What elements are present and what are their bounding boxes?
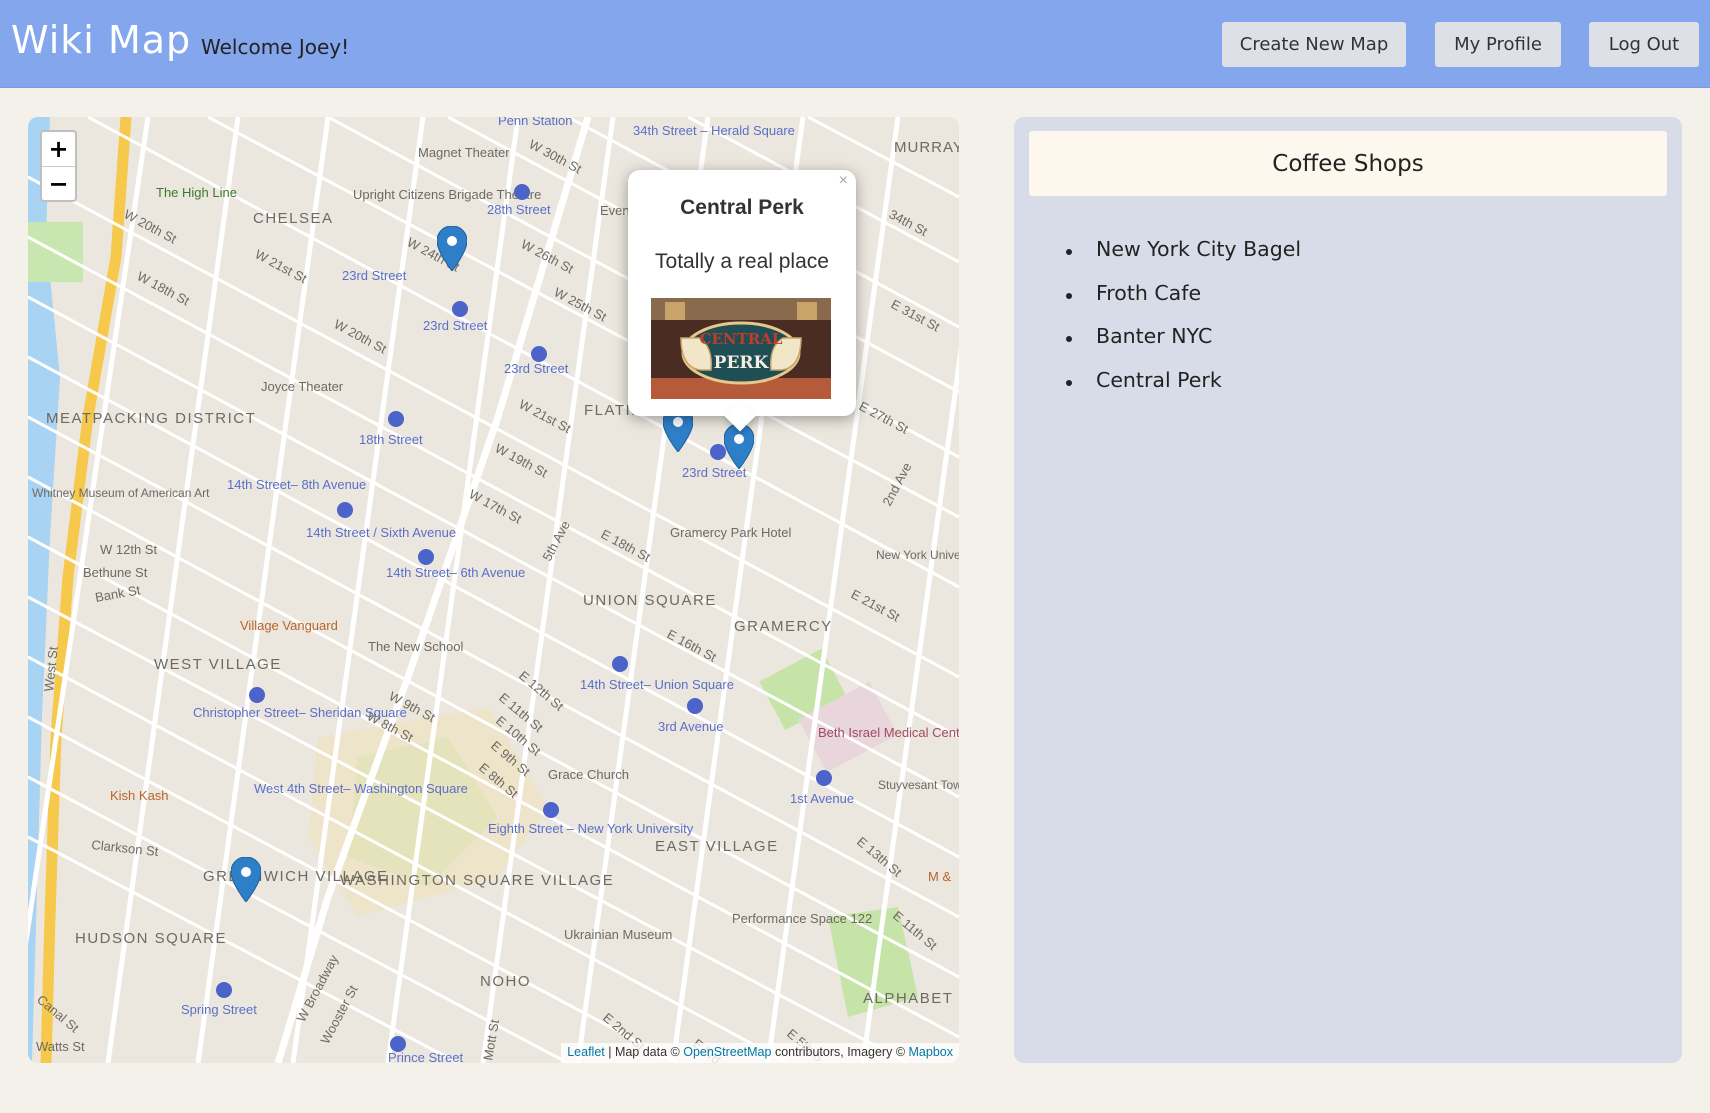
- map-label: W 19th St: [493, 440, 551, 480]
- map-label: Upright Citizens Brigade Theatre: [353, 187, 541, 202]
- map-label: Penn Station: [498, 117, 572, 128]
- map-label: Spring Street: [181, 1002, 257, 1017]
- map-label: E 21st St: [849, 586, 903, 624]
- map-label: Kish Kash: [110, 788, 169, 803]
- map-label: E 27th St: [857, 398, 912, 437]
- map-label: Grace Church: [548, 767, 629, 782]
- map-label: Bethune St: [83, 565, 148, 580]
- map-marker-pin-icon[interactable]: [231, 857, 261, 902]
- map-label: The New School: [368, 639, 463, 654]
- map-label: 14th Street– Union Square: [580, 677, 734, 692]
- map-label: Ukrainian Museum: [564, 927, 672, 942]
- mapbox-link[interactable]: Mapbox: [909, 1045, 953, 1059]
- map-label: NOHO: [480, 973, 531, 990]
- pin-list: New York City Bagel Froth Cafe Banter NY…: [1054, 237, 1301, 411]
- map-label: HUDSON SQUARE: [75, 930, 227, 947]
- map-label: Prince Street: [388, 1050, 464, 1063]
- pin-list-item[interactable]: Froth Cafe: [1054, 281, 1301, 325]
- openstreetmap-link[interactable]: OpenStreetMap: [683, 1045, 771, 1059]
- my-profile-button[interactable]: My Profile: [1435, 22, 1561, 67]
- map-label: E 16th St: [665, 626, 720, 665]
- pin-list-item[interactable]: Central Perk: [1054, 368, 1301, 412]
- map-label: WEST VILLAGE: [154, 656, 282, 673]
- map-label: MEATPACKING DISTRICT: [46, 410, 256, 427]
- map-label: 14th Street– 6th Avenue: [386, 565, 525, 580]
- map-marker-pin-icon[interactable]: [437, 226, 467, 271]
- map-label: MURRAY HILL: [894, 139, 959, 156]
- map-attribution: Leaflet | Map data © OpenStreetMap contr…: [561, 1043, 959, 1063]
- map-label: Bank St: [94, 582, 142, 605]
- svg-text:CENTRAL: CENTRAL: [700, 330, 783, 348]
- svg-text:PERK: PERK: [714, 353, 770, 373]
- welcome-message: Welcome Joey!: [201, 35, 350, 59]
- map-label: WASHINGTON SQUARE VILLAGE: [340, 872, 614, 889]
- pin-list-item[interactable]: Banter NYC: [1054, 324, 1301, 368]
- top-nav-bar: Wiki Map Welcome Joey! Create New Map My…: [0, 0, 1710, 88]
- create-new-map-button[interactable]: Create New Map: [1222, 22, 1406, 67]
- map-label: EAST VILLAGE: [655, 838, 779, 855]
- map-label: Watts St: [36, 1039, 85, 1054]
- map-label: UNION SQUARE: [583, 592, 717, 609]
- map-label: 23rd Street: [504, 361, 569, 376]
- map-label: 2nd Ave: [879, 460, 914, 508]
- map-label: 18th Street: [359, 432, 423, 447]
- map-label: 14th Street / Sixth Avenue: [306, 525, 456, 540]
- map-label: Mott St: [480, 1018, 502, 1062]
- map-label: W 21st St: [517, 396, 574, 436]
- map-label: 23rd Street: [342, 268, 407, 283]
- map-label: 1st Avenue: [790, 791, 854, 806]
- map-label: W 17th St: [467, 486, 525, 526]
- map-label: Eighth Street – New York University: [488, 821, 694, 836]
- map-label: CHELSEA: [253, 210, 334, 227]
- map-label: 28th Street: [487, 202, 551, 217]
- map-label: Canal St: [34, 992, 82, 1036]
- map-label: 34th Street – Herald Square: [633, 123, 795, 138]
- map-label: 3rd Avenue: [658, 719, 724, 734]
- map-label: GRAMERCY: [734, 618, 833, 635]
- leaflet-link[interactable]: Leaflet: [567, 1045, 605, 1059]
- map-info-panel: Coffee Shops New York City Bagel Froth C…: [1014, 117, 1682, 1063]
- zoom-control: + −: [40, 130, 77, 202]
- map-title: Coffee Shops: [1029, 131, 1667, 196]
- map-label: M &: [928, 869, 951, 884]
- map-label: The High Line: [156, 185, 237, 200]
- map-label: Joyce Theater: [261, 379, 344, 394]
- map-label: Beth Israel Medical Center: [818, 725, 959, 740]
- zoom-out-button[interactable]: −: [42, 166, 75, 200]
- map-view[interactable]: Penn Station 34th Street – Herald Square…: [28, 117, 959, 1063]
- map-label: W 12th St: [100, 542, 157, 557]
- map-label: W 18th St: [135, 268, 193, 308]
- map-popup: × Central Perk Totally a real place CENT…: [628, 170, 856, 432]
- zoom-in-button[interactable]: +: [42, 132, 75, 166]
- log-out-button[interactable]: Log Out: [1589, 22, 1699, 67]
- map-label: ALPHABET CITY: [863, 990, 959, 1007]
- map-label: W 21st St: [253, 246, 310, 286]
- map-label: 14th Street– 8th Avenue: [227, 477, 366, 492]
- map-label: W 20th St: [332, 316, 390, 356]
- map-label: New York University College of Dentistry: [876, 548, 959, 562]
- map-label: 5th Ave: [539, 518, 572, 563]
- map-label: 23rd Street: [423, 318, 488, 333]
- map-label: West 4th Street– Washington Square: [254, 781, 468, 796]
- map-label: Performance Space 122: [732, 911, 872, 926]
- central-perk-sign-image: CENTRAL PERK: [651, 298, 831, 399]
- pin-list-item[interactable]: New York City Bagel: [1054, 237, 1301, 281]
- map-label: Christopher Street– Sheridan Square: [193, 705, 407, 720]
- map-label: Village Vanguard: [240, 618, 338, 633]
- map-label: Stuyvesant Town Cooper Village: [878, 778, 959, 792]
- map-label: Gramercy Park Hotel: [670, 525, 791, 540]
- map-label: Magnet Theater: [418, 145, 510, 160]
- popup-close-button[interactable]: ×: [839, 172, 848, 190]
- popup-description: Totally a real place: [655, 250, 829, 273]
- app-title[interactable]: Wiki Map: [11, 18, 191, 62]
- map-label: Whitney Museum of American Art: [32, 486, 210, 500]
- popup-title: Central Perk: [680, 196, 804, 219]
